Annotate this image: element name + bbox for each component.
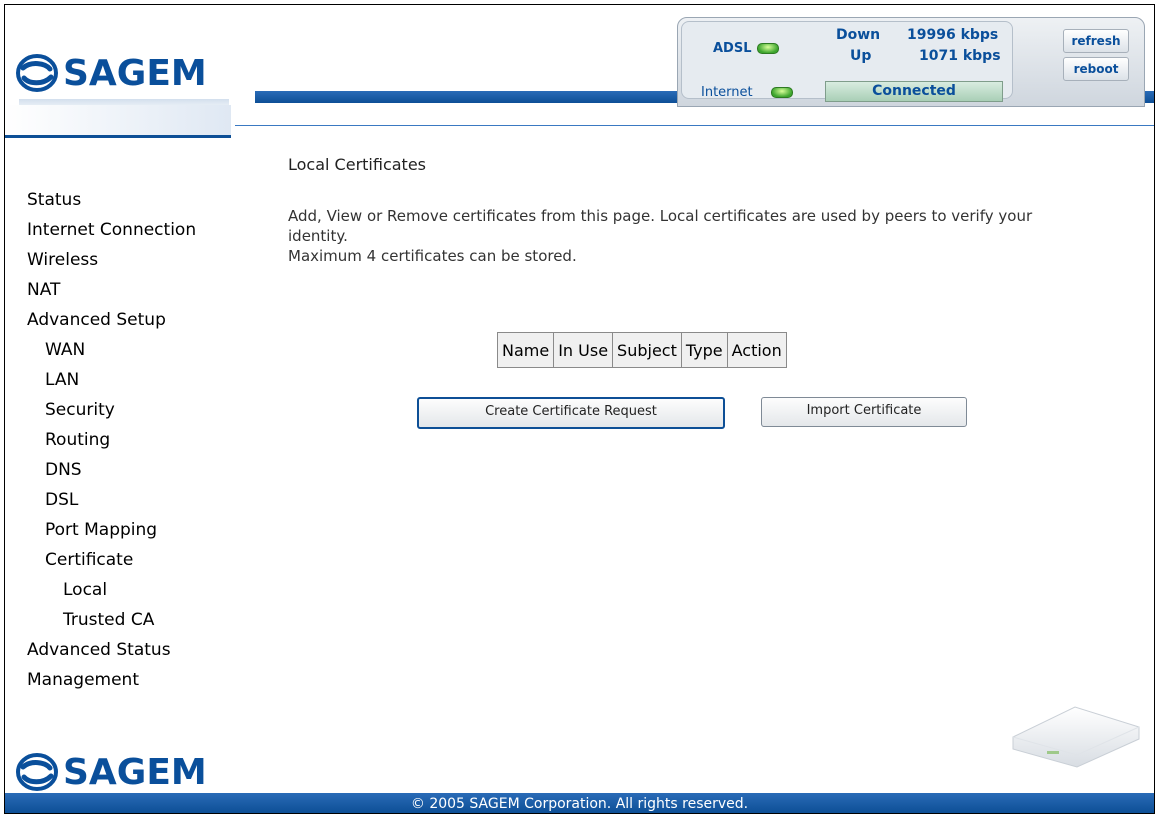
adsl-led-icon — [757, 43, 779, 54]
sidebar-item-nat[interactable]: NAT — [5, 275, 235, 305]
sidebar-item-trusted-ca[interactable]: Trusted CA — [5, 605, 235, 635]
sidebar-divider — [5, 135, 231, 138]
sidebar-item-certificate[interactable]: Certificate — [5, 545, 235, 575]
sidebar-item-internet-connection[interactable]: Internet Connection — [5, 215, 235, 245]
sidebar-item-local[interactable]: Local — [5, 575, 235, 605]
router-illustration — [1012, 706, 1140, 768]
sidebar-item-status[interactable]: Status — [5, 185, 235, 215]
refresh-button[interactable]: refresh — [1063, 29, 1129, 53]
import-certificate-button[interactable]: Import Certificate — [761, 397, 967, 427]
down-label: Down — [836, 27, 881, 43]
sagem-logo: SAGEM — [15, 51, 207, 95]
sidebar-item-dns[interactable]: DNS — [5, 455, 235, 485]
sidebar-item-dsl[interactable]: DSL — [5, 485, 235, 515]
brand-name-footer: SAGEM — [63, 751, 207, 793]
sidebar-item-port-mapping[interactable]: Port Mapping — [5, 515, 235, 545]
sagem-logo-footer: SAGEM — [15, 750, 207, 794]
sidebar-item-wan[interactable]: WAN — [5, 335, 235, 365]
column-in-use: In Use — [553, 332, 614, 368]
reboot-button[interactable]: reboot — [1063, 57, 1129, 81]
sidebar-item-lan[interactable]: LAN — [5, 365, 235, 395]
certificates-table: Name In Use Subject Type Action — [496, 332, 787, 368]
description-line-2: Maximum 4 certificates can be stored. — [288, 247, 577, 265]
internet-label: Internet — [701, 85, 753, 100]
connection-state: Connected — [825, 81, 1003, 102]
sidebar-top-fade — [5, 105, 231, 135]
column-type: Type — [680, 332, 728, 368]
description-line-1: Add, View or Remove certificates from th… — [288, 207, 1033, 245]
brand-name: SAGEM — [63, 52, 207, 94]
sidebar-item-advanced-status[interactable]: Advanced Status — [5, 635, 235, 665]
up-rate: 1071 kbps — [919, 48, 1001, 64]
sidebar-item-security[interactable]: Security — [5, 395, 235, 425]
page-description: Add, View or Remove certificates from th… — [288, 206, 1048, 266]
column-name: Name — [496, 332, 555, 368]
page-frame: SAGEM ADSL Down 19996 kbps Up 1071 kbps … — [4, 4, 1155, 814]
sidebar-item-advanced-setup[interactable]: Advanced Setup — [5, 305, 235, 335]
header-divider — [235, 125, 1154, 126]
internet-led-icon — [771, 87, 793, 98]
sidebar-item-routing[interactable]: Routing — [5, 425, 235, 455]
up-label: Up — [850, 48, 872, 64]
column-action: Action — [726, 332, 787, 368]
sagem-swoosh-icon — [16, 54, 58, 92]
sidebar-nav: Status Internet Connection Wireless NAT … — [5, 185, 235, 695]
sidebar-item-wireless[interactable]: Wireless — [5, 245, 235, 275]
sidebar-item-management[interactable]: Management — [5, 665, 235, 695]
footer-copyright: © 2005 SAGEM Corporation. All rights res… — [410, 796, 749, 812]
column-subject: Subject — [612, 332, 682, 368]
adsl-label: ADSL — [713, 41, 752, 56]
page-title: Local Certificates — [288, 155, 426, 174]
table-header-row: Name In Use Subject Type Action — [496, 332, 787, 368]
down-rate: 19996 kbps — [907, 27, 999, 43]
create-certificate-request-button[interactable]: Create Certificate Request — [417, 397, 725, 429]
sagem-swoosh-icon — [16, 753, 58, 791]
